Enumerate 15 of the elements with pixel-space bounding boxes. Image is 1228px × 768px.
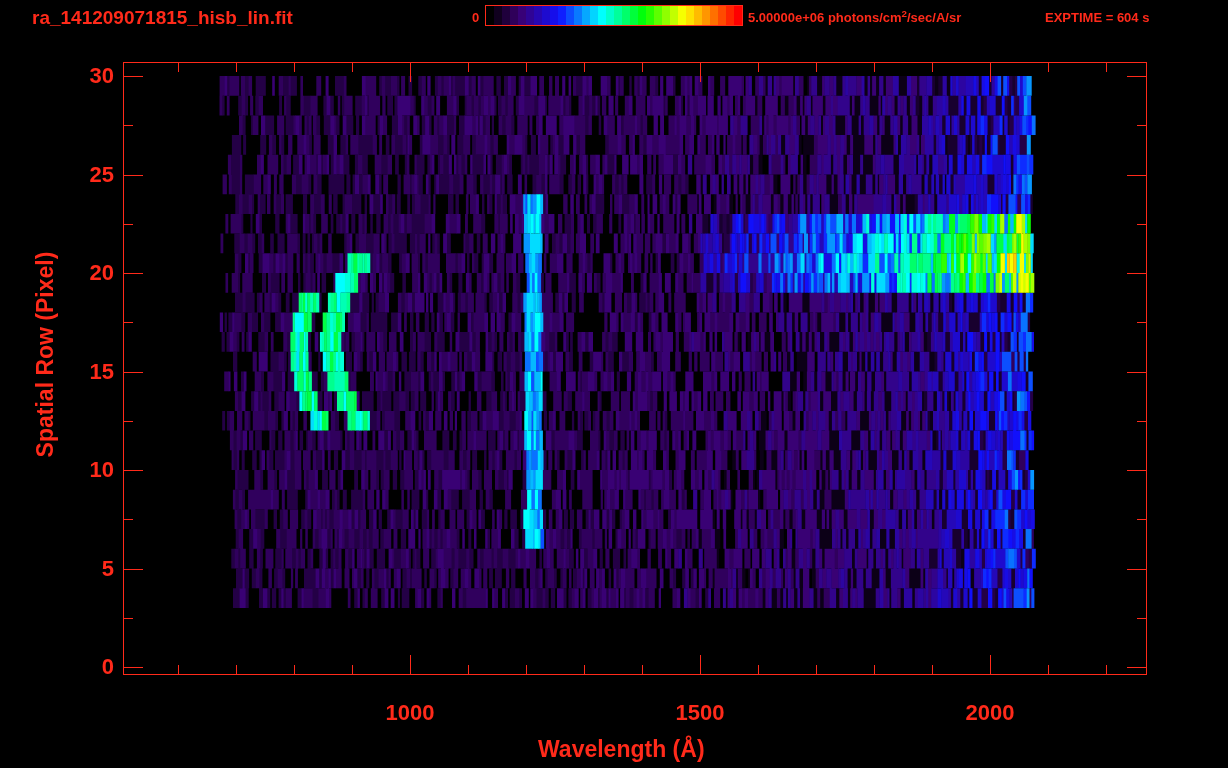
y-tick-label: 5 [100, 557, 114, 580]
y-tick-label: 25 [88, 163, 114, 186]
x-tick-label: 1500 [675, 702, 725, 724]
x-tick-label: 1000 [385, 702, 435, 724]
y-tick-label: 30 [88, 65, 114, 87]
colorbar-min-label: 0 [472, 11, 480, 24]
y-axis-label: Spatial Row (Pixel) [33, 250, 57, 460]
y-tick-label: 20 [88, 262, 114, 284]
exposure-time: EXPTIME = 604 s [1045, 11, 1150, 24]
x-tick-label: 2000 [965, 702, 1015, 724]
plot-title: ra_141209071815_hisb_lin.fit [32, 8, 293, 27]
colorbar-max-label: 5.00000e+06 photons/cm$^{2}$/sec/A/sr [748, 11, 962, 24]
y-tick-label: 10 [88, 459, 114, 481]
y-tick-label: 15 [88, 360, 114, 383]
y-tick-label: 0 [100, 656, 114, 678]
